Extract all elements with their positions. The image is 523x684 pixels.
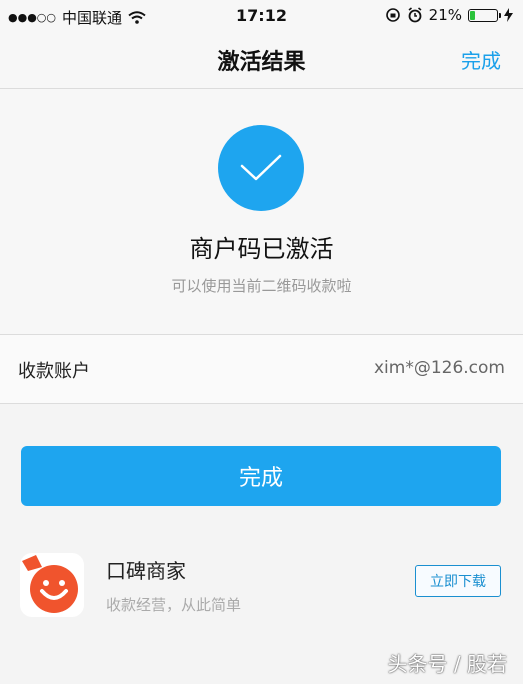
page-title: 激活结果 <box>217 50 306 75</box>
receiving-account-row: 收款账户 xim*@126.com <box>0 334 523 404</box>
nav-done-button[interactable]: 完成 <box>461 45 501 74</box>
account-label: 收款账户 <box>18 361 90 382</box>
activation-result-panel: 商户码已激活 可以使用当前二维码收款啦 <box>0 89 523 334</box>
battery-icon <box>468 8 501 22</box>
result-subtitle: 可以使用当前二维码收款啦 <box>171 277 352 295</box>
alarm-clock-icon <box>408 7 422 23</box>
download-now-button[interactable]: 立即下载 <box>415 565 501 597</box>
battery-fill <box>470 10 475 20</box>
promo-app-name: 口碑商家 <box>106 559 186 583</box>
koubei-app-icon[interactable] <box>20 553 84 617</box>
status-right: 21% <box>385 6 513 24</box>
account-value: xim*@126.com <box>373 358 505 378</box>
success-check-icon <box>218 125 304 211</box>
navigation-bar: 激活结果 完成 <box>0 32 523 89</box>
result-title: 商户码已激活 <box>189 235 334 263</box>
charging-icon <box>504 8 513 22</box>
battery-percent: 21% <box>428 6 462 24</box>
done-button[interactable]: 完成 <box>21 446 501 506</box>
status-bar: ●●●○○ 中国联通 17:12 21% <box>0 0 523 32</box>
orientation-lock-icon <box>385 8 400 22</box>
promo-app-description: 收款经营，从此简单 <box>106 596 242 614</box>
watermark-text: 头条号 / 股若 <box>387 652 507 676</box>
app-promo: 口碑商家 收款经营，从此简单 立即下载 <box>0 535 523 635</box>
